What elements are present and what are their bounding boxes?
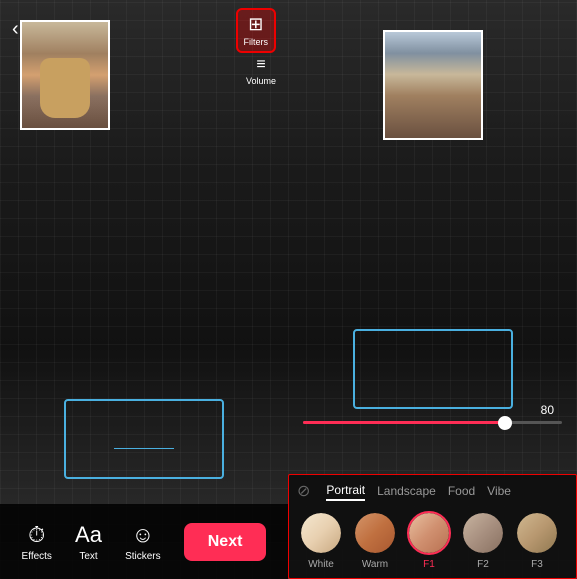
touchpad-line-left: [114, 448, 174, 449]
filter-f3-img: [517, 513, 557, 553]
filter-f2-label: F2: [477, 559, 489, 570]
filter-white-img: [301, 513, 341, 553]
filter-white[interactable]: White: [297, 511, 345, 570]
bottom-toolbar: ⏱ Effects Aa Text ☺ Stickers Next: [0, 504, 288, 579]
slider-area: 80: [288, 403, 577, 424]
filters-panel: ⊘ Portrait Landscape Food Vibe White War…: [288, 474, 577, 579]
slider-fill: [303, 421, 505, 424]
effects-label: Effects: [22, 551, 52, 562]
no-filter-icon[interactable]: ⊘: [297, 481, 310, 501]
back-button[interactable]: ‹: [12, 18, 19, 41]
tab-portrait[interactable]: Portrait: [326, 481, 365, 501]
volume-label: Volume: [246, 76, 276, 86]
filter-f1-circle: [407, 511, 451, 555]
effects-icon: ⏱: [28, 522, 45, 548]
filter-f2-circle: [461, 511, 505, 555]
dog-image-left: [22, 22, 108, 128]
slider-track[interactable]: [303, 421, 562, 424]
volume-button[interactable]: ≡ Volume: [246, 56, 276, 86]
text-icon: Aa: [75, 522, 102, 548]
filter-f1-img: [409, 513, 449, 553]
tab-vibe[interactable]: Vibe: [487, 482, 511, 500]
filter-tabs: ⊘ Portrait Landscape Food Vibe: [289, 475, 576, 507]
filter-white-circle: [299, 511, 343, 555]
filter-warm-img: [355, 513, 395, 553]
stickers-label: Stickers: [125, 551, 161, 562]
filter-f3-label: F3: [531, 559, 543, 570]
filters-button[interactable]: ⊞ Filters: [236, 8, 277, 53]
filter-f2-img: [463, 513, 503, 553]
stickers-button[interactable]: ☺ Stickers: [125, 522, 161, 562]
filter-warm[interactable]: Warm: [351, 511, 399, 570]
next-button[interactable]: Next: [184, 523, 267, 561]
filter-warm-circle: [353, 511, 397, 555]
filter-f2[interactable]: F2: [459, 511, 507, 570]
volume-icon: ≡: [256, 56, 265, 74]
touchpad-right: [353, 329, 513, 409]
left-thumbnail: [20, 20, 110, 130]
effects-button[interactable]: ⏱ Effects: [22, 522, 52, 562]
stickers-icon: ☺: [132, 522, 154, 548]
text-button[interactable]: Aa Text: [75, 522, 102, 562]
filter-f1[interactable]: F1: [405, 511, 453, 570]
right-thumbnail: [383, 30, 483, 140]
text-label: Text: [79, 551, 97, 562]
left-panel: ‹ ⊞ Filters ≡ Volume ⏱ Effects Aa Text ☺…: [0, 0, 288, 579]
filter-f1-label: F1: [423, 559, 435, 570]
filter-warm-label: Warm: [362, 559, 388, 570]
filter-f3-circle: [515, 511, 559, 555]
touchpad-left: [64, 399, 224, 479]
filters-label: Filters: [244, 37, 269, 47]
dog-body: [40, 58, 90, 118]
filter-f3[interactable]: F3: [513, 511, 561, 570]
slider-value: 80: [303, 403, 562, 417]
slider-thumb[interactable]: [498, 416, 512, 430]
tab-landscape[interactable]: Landscape: [377, 482, 436, 500]
tab-food[interactable]: Food: [448, 482, 475, 500]
dog-image-right: [385, 32, 481, 138]
right-panel: 80 ⊘ Portrait Landscape Food Vibe White: [288, 0, 577, 579]
filters-icon: ⊞: [248, 14, 263, 35]
filter-circles: White Warm F1 F2: [289, 507, 576, 578]
filter-white-label: White: [308, 559, 334, 570]
